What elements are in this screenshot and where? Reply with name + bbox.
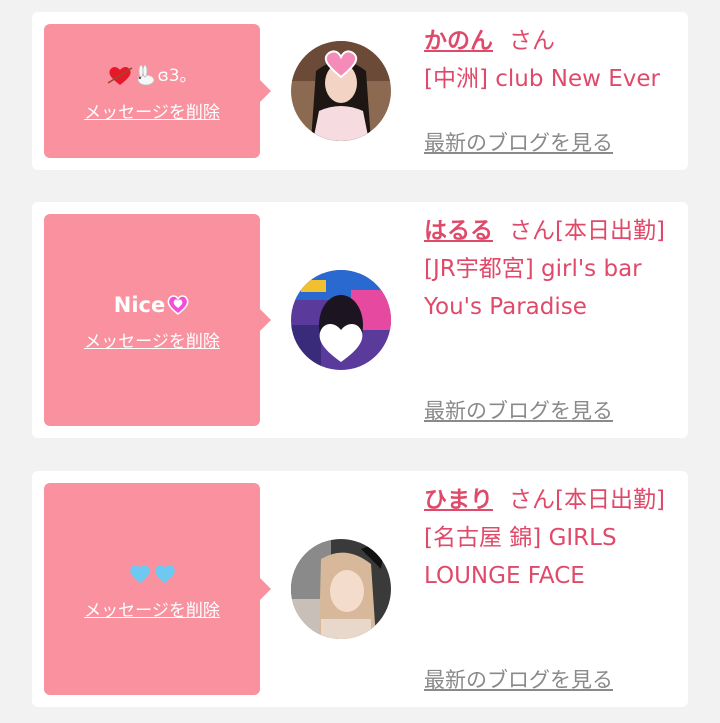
profile-info: ひまり さん[本日出勤] [名古屋 錦] GIRLS LOUNGE FACE (424, 481, 674, 595)
avatar[interactable] (291, 41, 391, 141)
delete-message-link[interactable]: メッセージを削除 (84, 98, 220, 123)
rabbit-icon (138, 64, 155, 85)
honorific: さん[本日出勤] (509, 218, 665, 244)
user-name-link[interactable]: かのん (424, 28, 493, 54)
avatar[interactable] (291, 270, 391, 370)
message-card: Nice メッセージを削除 はるる さん[本日出勤] [JR宇都宮] girl's… (32, 202, 688, 438)
revolving-hearts-icon (167, 294, 189, 315)
latest-blog-link[interactable]: 最新のブログを見る (424, 664, 613, 694)
message-suffix: ɞ3。 (157, 65, 197, 86)
shop-name: [中洲] club New Ever (424, 66, 661, 92)
profile-info: はるる さん[本日出勤] [JR宇都宮] girl's bar You's Par… (424, 212, 674, 326)
message-card: メッセージを削除 ひまり さん[本日出勤] [名古屋 錦] GIRLS LOUNG… (32, 471, 688, 707)
delete-message-link[interactable]: メッセージを削除 (84, 596, 220, 621)
avatar[interactable] (291, 539, 391, 639)
latest-blog-link[interactable]: 最新のブログを見る (424, 127, 613, 157)
message-text: ɞ3。 (107, 60, 197, 92)
user-name-link[interactable]: ひまり (424, 487, 493, 513)
shop-name: [名古屋 錦] GIRLS LOUNGE FACE (424, 525, 617, 589)
message-text: Nice (114, 289, 190, 321)
shop-name: [JR宇都宮] girl's bar You's Paradise (424, 256, 642, 320)
message-bubble: Nice メッセージを削除 (44, 214, 271, 426)
message-bubble: メッセージを削除 (44, 483, 271, 695)
profile-info: かのん さん [中洲] club New Ever (424, 22, 674, 98)
user-name-link[interactable]: はるる (424, 218, 493, 244)
heart-arrow-icon (108, 66, 133, 85)
honorific: さん[本日出勤] (509, 487, 665, 513)
delete-message-link[interactable]: メッセージを削除 (84, 327, 220, 352)
message-card: ɞ3。 メッセージを削除 かのん さん [中洲] club New Ever 最新… (32, 12, 688, 170)
latest-blog-link[interactable]: 最新のブログを見る (424, 395, 613, 425)
message-word: Nice (113, 292, 166, 317)
message-text (128, 558, 177, 590)
message-bubble: ɞ3。 メッセージを削除 (44, 24, 271, 158)
light-blue-heart-icon (154, 564, 175, 583)
honorific: さん (509, 28, 555, 54)
light-blue-heart-icon (129, 564, 150, 583)
